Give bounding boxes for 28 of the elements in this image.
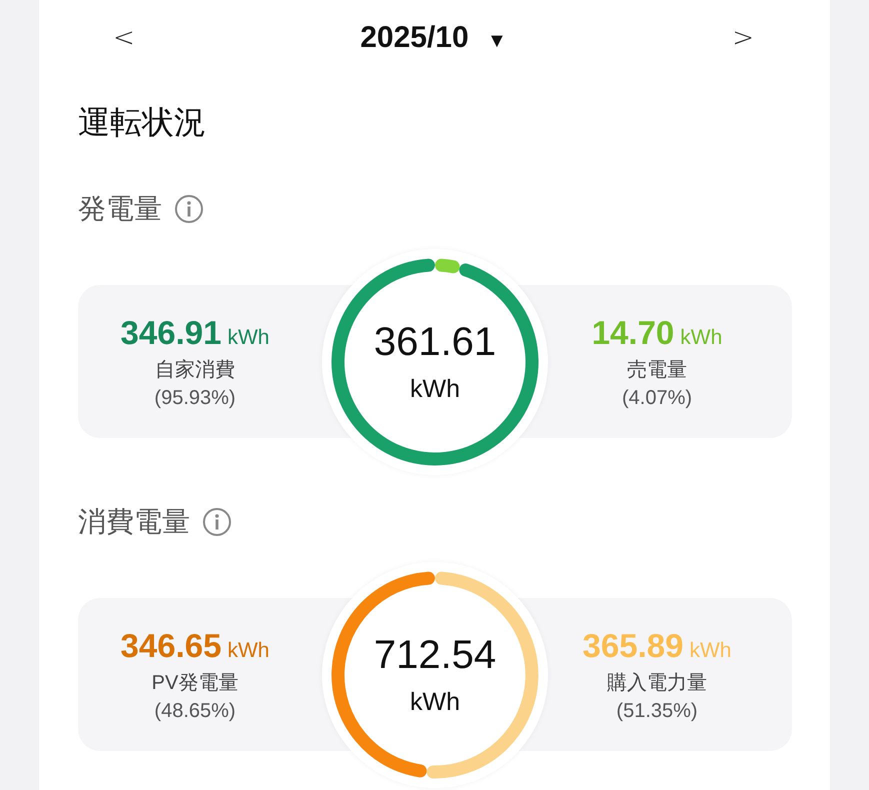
total-unit: kWh: [410, 688, 460, 717]
stat-value: 346.65: [120, 626, 222, 664]
total-value: 712.54: [374, 633, 496, 678]
stat-percent: (95.93%): [154, 386, 236, 410]
stat-percent: (4.07%): [622, 386, 692, 410]
info-icon[interactable]: [202, 507, 232, 537]
section-heading: 発電量: [78, 192, 162, 226]
stat-value: 14.70: [592, 314, 674, 352]
section-title: 運転状況: [77, 103, 207, 142]
stat-unit: kWh: [227, 326, 270, 350]
total-unit: kWh: [410, 375, 460, 404]
stat-label: 自家消費: [155, 358, 235, 382]
stat-unit: kWh: [680, 326, 722, 350]
stat-label: PV発電量: [152, 670, 238, 696]
section-heading: 消費電量: [78, 505, 190, 539]
stat-percent: (51.35%): [616, 700, 698, 722]
total-value: 361.61: [374, 320, 496, 365]
month-picker[interactable]: 2025/10 ▼: [354, 20, 513, 56]
stat-label: 購入電力量: [607, 670, 707, 696]
stat-value: 365.89: [582, 626, 684, 664]
next-month-button[interactable]: >: [726, 22, 760, 52]
previous-month-button[interactable]: <: [107, 22, 141, 52]
info-icon[interactable]: [174, 194, 204, 224]
stat-unit: kWh: [689, 638, 732, 662]
stat-unit: kWh: [227, 638, 270, 662]
stat-value: 346.91: [120, 314, 222, 352]
stat-percent: (48.65%): [154, 700, 236, 722]
stat-label: 売電量: [627, 358, 687, 382]
